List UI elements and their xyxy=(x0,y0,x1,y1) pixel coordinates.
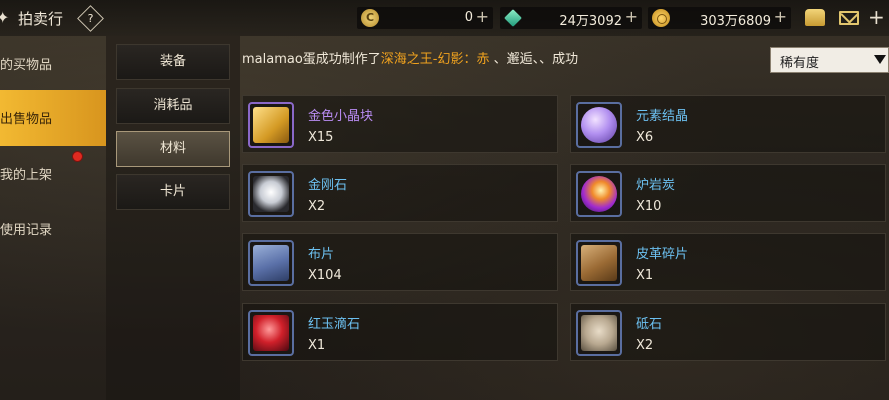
furnace-coal-icon xyxy=(576,171,622,217)
nav-item-history[interactable]: 使用记录 xyxy=(0,201,106,257)
element-crystal-icon xyxy=(576,102,622,148)
ruby-icon xyxy=(248,310,294,356)
whetstone-icon xyxy=(576,310,622,356)
broadcast-ticker: malamao蛋成功制作了深海之王-幻影：赤 、邂逅、、成功 xyxy=(242,52,579,67)
item-card[interactable]: 金色小晶块 X15 xyxy=(242,95,558,153)
item-card[interactable]: 砥石 X2 xyxy=(570,303,886,361)
tab-equipment[interactable]: 装备 xyxy=(116,44,230,80)
currency-c-coin: 0 + xyxy=(357,7,493,29)
mail-icon[interactable] xyxy=(839,11,859,25)
item-card[interactable]: 布片 X104 xyxy=(242,233,558,291)
green-gem-icon xyxy=(504,9,522,27)
cloth-icon xyxy=(248,240,294,286)
tab-materials[interactable]: 材料 xyxy=(116,131,230,167)
item-card[interactable]: 元素结晶 X6 xyxy=(570,95,886,153)
c-coin-icon xyxy=(361,9,379,27)
notification-dot xyxy=(72,151,83,162)
tab-cards[interactable]: 卡片 xyxy=(116,174,230,210)
chevron-down-icon xyxy=(874,55,886,64)
item-card[interactable]: 红玉滴石 X1 xyxy=(242,303,558,361)
chest-icon[interactable] xyxy=(805,9,825,26)
tab-consumables[interactable]: 消耗品 xyxy=(116,88,230,124)
item-card[interactable]: 皮革碎片 X1 xyxy=(570,233,886,291)
sort-dropdown[interactable]: 稀有度 xyxy=(770,47,889,73)
page-title: 拍卖行 xyxy=(18,10,64,28)
add-gem-icon[interactable]: + xyxy=(625,7,638,26)
item-card[interactable]: 金刚石 X2 xyxy=(242,164,558,222)
gold-crystal-icon xyxy=(248,102,294,148)
nav-item-buy[interactable]: 的买物品 xyxy=(0,36,106,92)
nav-item-sell[interactable]: 出售物品 xyxy=(0,90,106,146)
gold-coin-icon xyxy=(652,9,670,27)
diamond-icon xyxy=(248,171,294,217)
add-gold-icon[interactable]: + xyxy=(774,7,787,26)
nav-item-listed[interactable]: 我的上架 xyxy=(0,146,106,202)
leather-icon xyxy=(576,240,622,286)
item-card[interactable]: 炉岩炭 X10 xyxy=(570,164,886,222)
currency-gold: 303万6809 + xyxy=(648,7,791,29)
help-icon[interactable]: ? xyxy=(77,5,104,32)
top-bar: ✦ 拍卖行 ? 0 + 24万3092 + 303万6809 + + xyxy=(0,0,889,36)
add-c-coin-icon[interactable]: + xyxy=(476,7,489,26)
currency-gem: 24万3092 + xyxy=(500,7,642,29)
category-tabs: 装备 消耗品 材料 卡片 xyxy=(106,36,240,400)
more-icon[interactable]: + xyxy=(868,5,885,29)
left-nav: 的买物品 出售物品 我的上架 使用记录 xyxy=(0,36,106,400)
back-icon[interactable]: ✦ xyxy=(0,9,12,27)
